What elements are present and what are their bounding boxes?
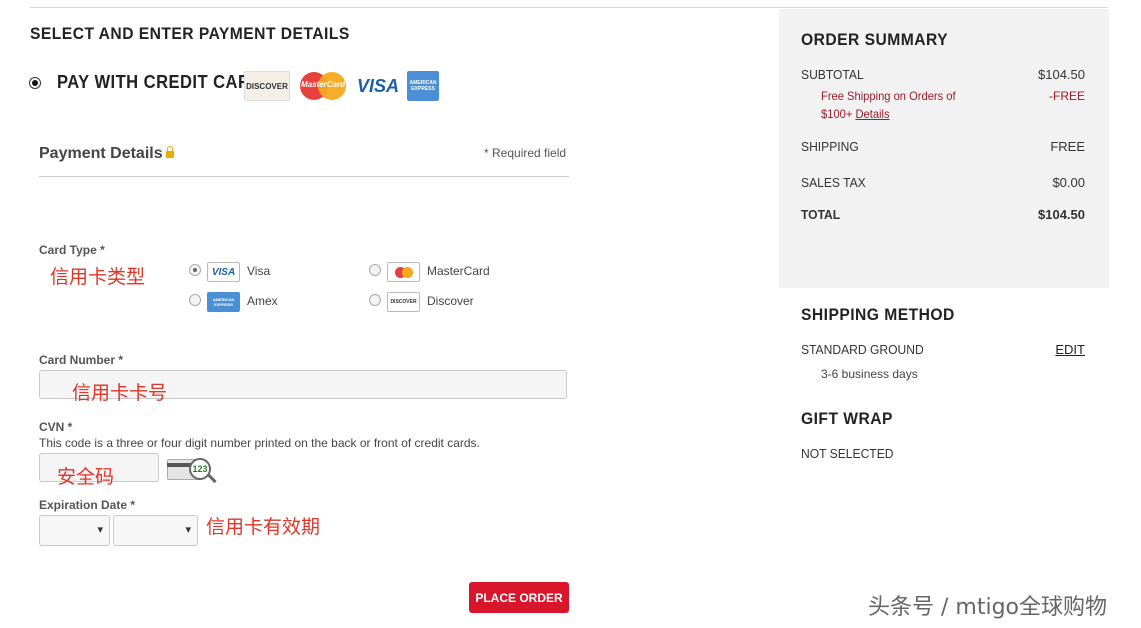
top-divider — [30, 7, 1108, 8]
cvn-annotation: 安全码 — [57, 466, 115, 488]
expiration-annotation: 信用卡有效期 — [206, 516, 321, 538]
order-summary-title: ORDER SUMMARY — [801, 30, 949, 49]
cvn-help-card-icon: 123 — [167, 457, 219, 485]
card-number-annotation: 信用卡卡号 — [72, 382, 168, 404]
mastercard-card-icon — [387, 262, 420, 282]
visa-logo-icon: VISA — [356, 75, 399, 96]
watermark-text: 头条号 / mtigo全球购物 — [868, 595, 1107, 620]
visa-label: Visa — [247, 264, 271, 278]
cvn-label: CVN * — [39, 420, 73, 434]
expiration-label: Expiration Date * — [39, 498, 136, 512]
gift-wrap-status: NOT SELECTED — [801, 446, 894, 461]
edit-shipping-link[interactable]: EDIT — [1000, 342, 1085, 357]
page-title: SELECT AND ENTER PAYMENT DETAILS — [30, 24, 350, 43]
card-option-amex[interactable]: AMERICAN EXPRESS Amex — [189, 292, 359, 314]
payment-details-divider — [39, 176, 569, 177]
sales-tax-value: $0.00 — [1052, 175, 1085, 190]
card-number-label: Card Number * — [39, 353, 124, 367]
amex-card-icon: AMERICAN EXPRESS — [207, 292, 240, 312]
amex-logo-icon: AMERICAN EXPRESS — [407, 71, 439, 101]
shipping-label: SHIPPING — [801, 139, 859, 154]
card-option-mastercard[interactable]: MasterCard — [369, 262, 539, 284]
mastercard-radio[interactable] — [369, 264, 381, 276]
shipping-value: FREE — [1050, 139, 1085, 154]
pay-credit-card-label: PAY WITH CREDIT CARD — [57, 72, 263, 92]
shipping-method-title: SHIPPING METHOD — [801, 305, 955, 324]
free-shipping-promo: Free Shipping on Orders of — [821, 89, 956, 103]
expiration-month-select[interactable] — [39, 515, 110, 546]
promo-details-link[interactable]: Details — [855, 107, 889, 121]
amex-radio[interactable] — [189, 294, 201, 306]
cvn-help-text: This code is a three or four digit numbe… — [39, 436, 480, 450]
amex-label: Amex — [247, 294, 278, 308]
card-type-label: Card Type * — [39, 243, 105, 257]
subtotal-value: $104.50 — [1038, 67, 1085, 82]
subtotal-label: SUBTOTAL — [801, 67, 864, 82]
discover-logo-icon: DISCOVER — [244, 71, 290, 101]
card-option-visa[interactable]: VISA Visa — [189, 262, 359, 284]
place-order-button[interactable]: PLACE ORDER — [469, 582, 569, 613]
card-option-discover[interactable]: DISCOVER Discover — [369, 292, 539, 314]
mastercard-logo-icon: MasterCard — [300, 71, 346, 101]
pay-credit-card-radio[interactable] — [29, 77, 41, 89]
required-field-note: * Required field — [484, 146, 567, 160]
shipping-method-name: STANDARD GROUND — [801, 342, 924, 357]
mastercard-label: MasterCard — [427, 264, 490, 278]
shipping-eta: 3-6 business days — [821, 367, 918, 381]
gift-wrap-title: GIFT WRAP — [801, 409, 893, 428]
discover-label: Discover — [427, 294, 474, 308]
card-type-annotation: 信用卡类型 — [50, 266, 146, 288]
promo-value: -FREE — [1049, 89, 1085, 103]
total-label: TOTAL — [801, 207, 841, 222]
payment-details-title: Payment Details — [39, 145, 163, 162]
visa-radio[interactable] — [189, 264, 201, 276]
sales-tax-label: SALES TAX — [801, 175, 866, 190]
expiration-year-select[interactable] — [113, 515, 198, 546]
discover-card-icon: DISCOVER — [387, 292, 420, 312]
visa-card-icon: VISA — [207, 262, 240, 282]
free-shipping-promo-line2: $100+ Details — [821, 107, 890, 121]
total-value: $104.50 — [1038, 207, 1085, 222]
lock-icon — [166, 146, 174, 158]
discover-radio[interactable] — [369, 294, 381, 306]
